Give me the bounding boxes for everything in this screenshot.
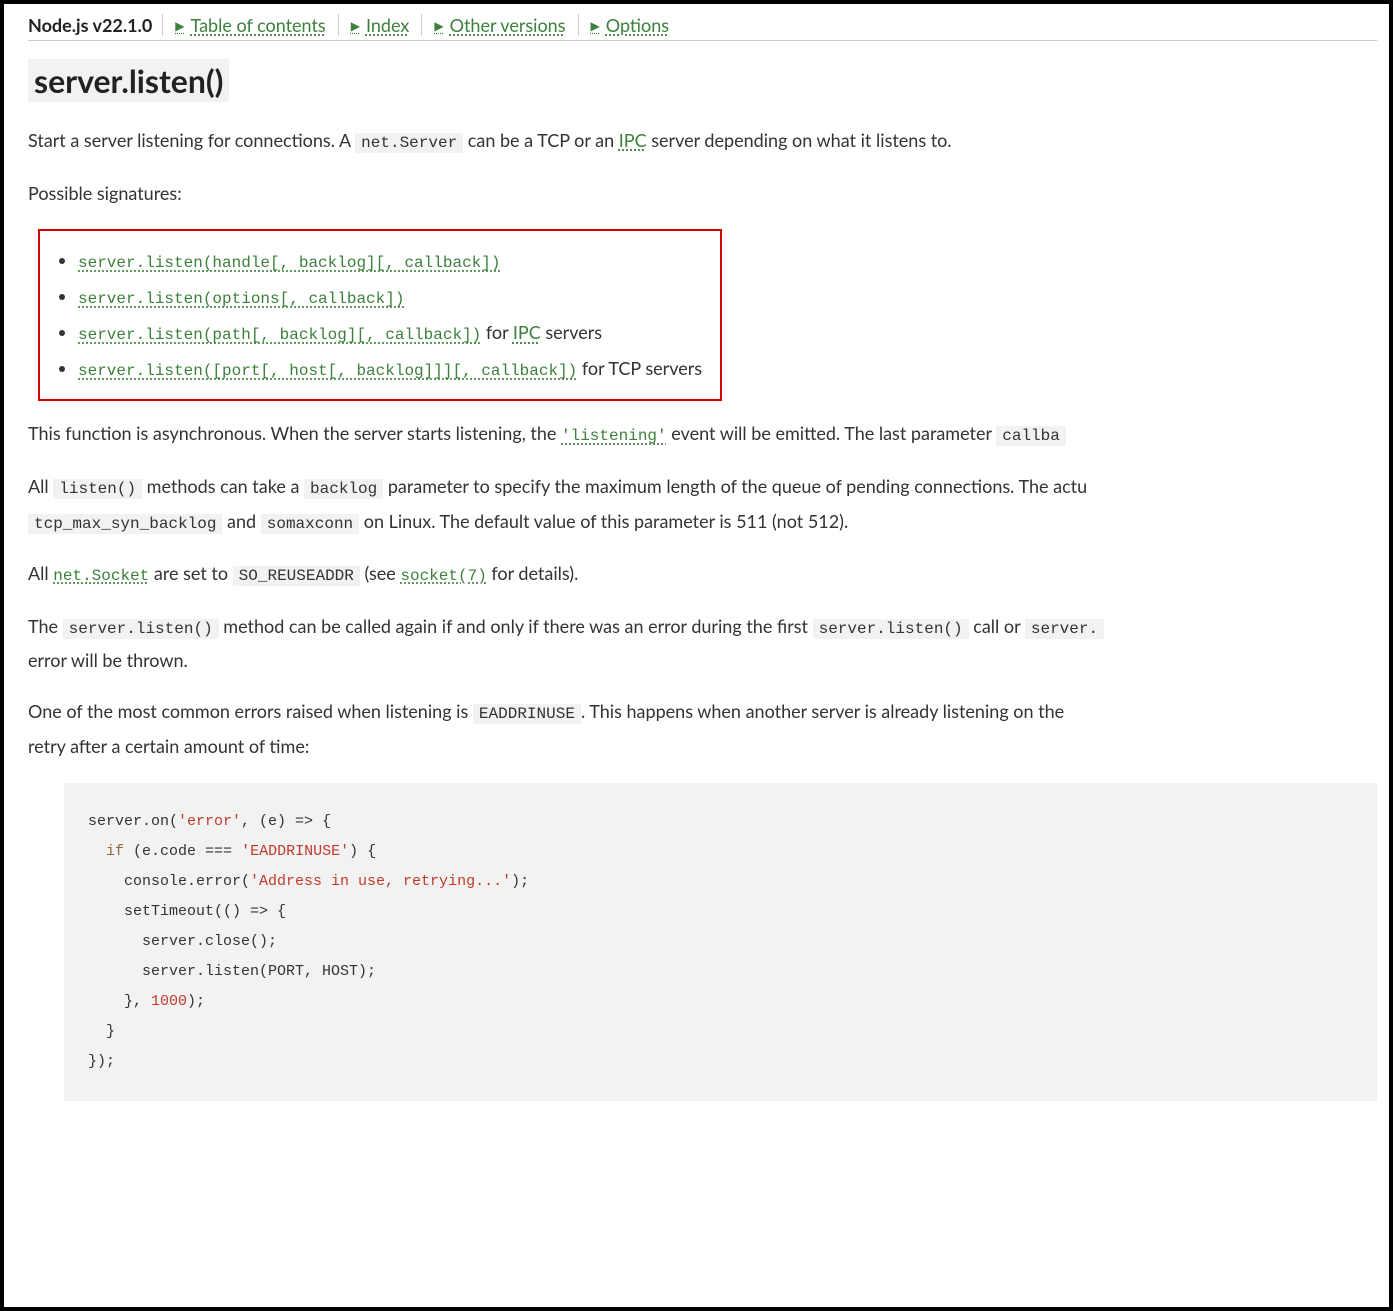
signatures-list: server.listen(handle[, backlog][, callba…	[58, 247, 702, 383]
code-server-trunc: server.	[1025, 619, 1104, 639]
async-paragraph: This function is asynchronous. When the …	[28, 419, 1377, 450]
backlog-paragraph-1: All listen() methods can take a backlog …	[28, 472, 1377, 503]
options-link[interactable]: ▶ Options	[591, 14, 682, 36]
other-versions-link[interactable]: ▶ Other versions	[434, 14, 578, 36]
code-example: server.on('error', (e) => { if (e.code =…	[64, 783, 1377, 1101]
socket7-link[interactable]: socket(7)	[400, 567, 486, 585]
index-link-label: Index	[366, 14, 409, 36]
toc-link-label: Table of contents	[191, 14, 326, 36]
code-backlog: backlog	[304, 479, 383, 499]
list-item: server.listen(path[, backlog][, callback…	[78, 319, 702, 347]
code-tcp-max-syn-backlog: tcp_max_syn_backlog	[28, 514, 222, 534]
toc-link[interactable]: ▶ Table of contents	[175, 14, 338, 36]
code-so-reuseaddr: SO_REUSEADDR	[233, 566, 360, 586]
triangle-right-icon: ▶	[351, 18, 360, 33]
error-paragraph-1: One of the most common errors raised whe…	[28, 697, 1377, 728]
code-eaddrinuse: EADDRINUSE	[473, 704, 581, 724]
code-somaxconn: somaxconn	[261, 514, 359, 534]
triangle-right-icon: ▶	[175, 18, 184, 33]
list-item: server.listen([port[, host[, backlog]]][…	[78, 355, 702, 383]
intro-paragraph: Start a server listening for connections…	[28, 126, 1377, 157]
socket-paragraph: All net.Socket are set to SO_REUSEADDR (…	[28, 559, 1377, 590]
backlog-paragraph-2: tcp_max_syn_backlog and somaxconn on Lin…	[28, 507, 1377, 538]
call-again-paragraph-1: The server.listen() method can be called…	[28, 612, 1377, 643]
signature-link[interactable]: server.listen(handle[, backlog][, callba…	[78, 254, 500, 272]
topbar: Node.js v22.1.0 ▶ Table of contents ▶ In…	[28, 14, 1377, 41]
code-server-listen: server.listen()	[63, 619, 219, 639]
code-server-listen: server.listen()	[813, 619, 969, 639]
version-label: Node.js v22.1.0	[28, 14, 163, 36]
options-link-label: Options	[606, 14, 669, 36]
triangle-right-icon: ▶	[591, 18, 600, 33]
index-link[interactable]: ▶ Index	[351, 14, 423, 36]
list-item: server.listen(handle[, backlog][, callba…	[78, 247, 702, 275]
signatures-highlight-box: server.listen(handle[, backlog][, callba…	[38, 229, 722, 401]
net-socket-link[interactable]: net.Socket	[53, 567, 149, 585]
other-versions-label: Other versions	[450, 14, 566, 36]
signature-link[interactable]: server.listen(options[, callback])	[78, 290, 404, 308]
possible-signatures-label: Possible signatures:	[28, 179, 1377, 208]
code-net-server: net.Server	[355, 133, 463, 153]
list-item: server.listen(options[, callback])	[78, 283, 702, 311]
code-callback: callba	[996, 426, 1066, 446]
error-paragraph-2: retry after a certain amount of time:	[28, 732, 1377, 761]
call-again-paragraph-2: error will be thrown.	[28, 646, 1377, 675]
page-title: server.listen()	[28, 59, 229, 102]
code-listen: listen()	[53, 479, 142, 499]
signature-link[interactable]: server.listen([port[, host[, backlog]]][…	[78, 362, 577, 380]
ipc-link[interactable]: IPC	[513, 321, 541, 343]
signature-link[interactable]: server.listen(path[, backlog][, callback…	[78, 326, 481, 344]
triangle-right-icon: ▶	[434, 18, 443, 33]
listening-event-link[interactable]: 'listening'	[561, 427, 667, 445]
ipc-link[interactable]: IPC	[619, 129, 647, 151]
